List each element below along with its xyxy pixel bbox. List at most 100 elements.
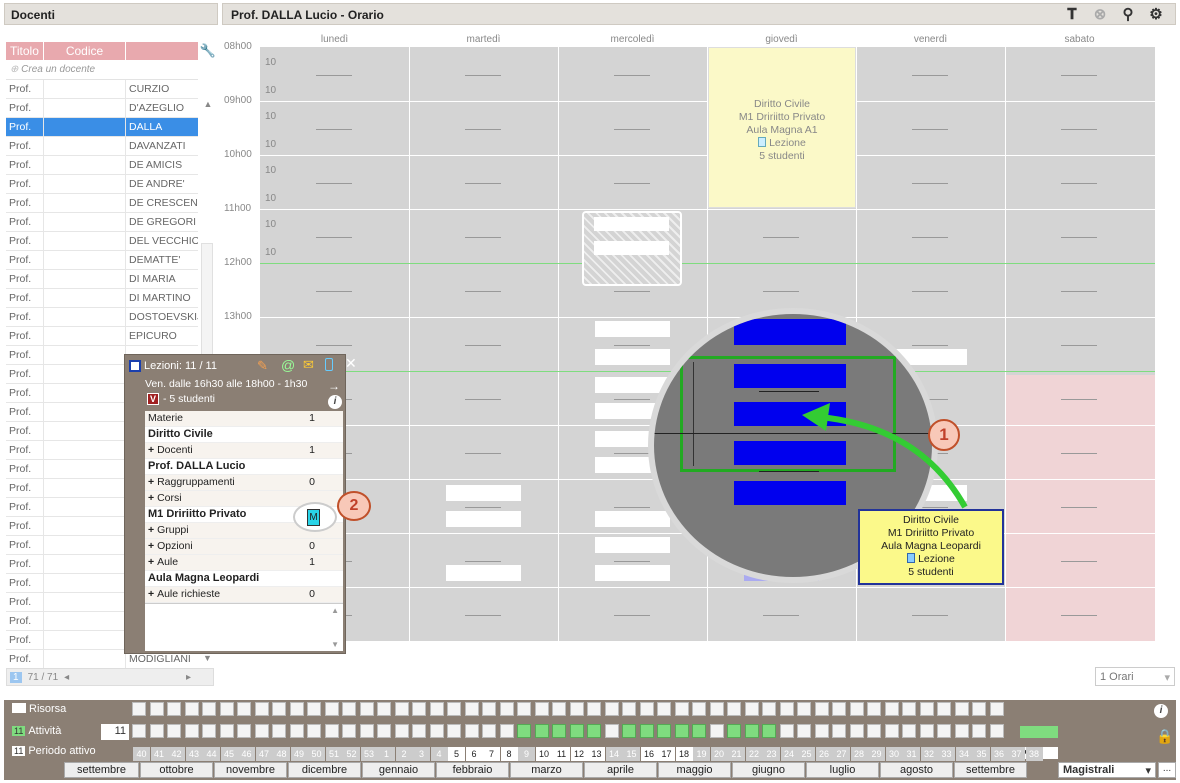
month-tab[interactable]: luglio xyxy=(806,762,879,778)
activity-week-cell[interactable] xyxy=(639,724,654,738)
activity-week-cell[interactable] xyxy=(849,724,864,738)
resource-week-cell[interactable] xyxy=(639,702,654,716)
week-cell[interactable]: 34 xyxy=(955,747,973,761)
month-tab[interactable]: aprile xyxy=(584,762,657,778)
teacher-row[interactable]: Prof. DEL VECCHIO xyxy=(6,232,198,251)
week-cell[interactable]: 36 xyxy=(990,747,1008,761)
activity-week-cell[interactable] xyxy=(202,724,216,738)
week-cell[interactable]: 13 xyxy=(588,747,605,761)
activity-week-cell[interactable] xyxy=(499,724,514,738)
activity-week-cell[interactable] xyxy=(814,724,829,738)
month-tab[interactable]: gennaio xyxy=(362,762,435,778)
scroll-up-icon[interactable]: ▲ xyxy=(331,606,339,615)
wrench-icon[interactable]: 🔧 xyxy=(199,43,217,59)
week-cell[interactable]: 27 xyxy=(833,747,850,761)
month-tab[interactable]: febbraio xyxy=(436,762,509,778)
month-tab[interactable]: giugno xyxy=(732,762,805,778)
week-cell[interactable]: 29 xyxy=(868,747,885,761)
month-tab[interactable]: settembre xyxy=(64,762,139,778)
popup-row[interactable]: + Aule richieste 0 xyxy=(145,587,343,603)
resource-week-cell[interactable] xyxy=(359,702,374,716)
week-cell[interactable]: 18 xyxy=(675,747,693,761)
resource-week-cell[interactable] xyxy=(534,702,549,716)
notes-textarea[interactable]: ▲ ▼ xyxy=(145,603,343,651)
activity-week-cell[interactable] xyxy=(307,724,321,738)
resource-week-cell[interactable] xyxy=(447,702,461,716)
resource-week-cell[interactable] xyxy=(832,702,846,716)
resource-week-cell[interactable] xyxy=(727,702,741,716)
resource-week-cell[interactable] xyxy=(552,702,566,716)
activity-week-cell[interactable] xyxy=(517,724,531,738)
activity-week-cell[interactable] xyxy=(412,724,426,738)
resource-week-cell[interactable] xyxy=(342,702,356,716)
schedule-grid[interactable]: 10 10 10 10 10 10 10 10 Diritto Civile M1 Driri… xyxy=(260,47,1155,641)
info-icon[interactable]: i xyxy=(328,395,342,409)
activity-week-cell[interactable] xyxy=(534,724,549,738)
teacher-row[interactable]: Prof. DE CRESCENZ xyxy=(6,194,198,213)
activity-week-cell[interactable] xyxy=(254,724,269,738)
week-cell[interactable]: 30 xyxy=(885,747,903,761)
teacher-row[interactable]: Prof. D'AZEGLIO xyxy=(6,99,198,118)
teacher-row[interactable]: Prof. DEMATTE' xyxy=(6,251,198,270)
plus-icon[interactable]: + xyxy=(148,476,157,488)
email-at-icon[interactable]: @ xyxy=(281,357,295,373)
week-cell[interactable]: 24 xyxy=(780,747,798,761)
envelope-icon[interactable]: ✉ xyxy=(303,357,314,373)
plus-icon[interactable]: + xyxy=(148,540,157,552)
week-cell[interactable]: 5 xyxy=(448,747,465,761)
resource-week-cell[interactable] xyxy=(412,702,426,716)
week-cell[interactable]: 40 xyxy=(133,747,150,761)
resource-week-cell[interactable] xyxy=(132,702,146,716)
popup-row[interactable]: + Raggruppamenti 0 xyxy=(145,475,343,491)
plus-icon[interactable]: + xyxy=(148,556,157,568)
week-cell[interactable]: 19 xyxy=(693,747,710,761)
resource-week-cell[interactable] xyxy=(779,702,794,716)
free-slot-block[interactable] xyxy=(446,485,521,501)
activity-week-cell[interactable] xyxy=(167,724,181,738)
month-tab[interactable]: novembre xyxy=(214,762,287,778)
teacher-row[interactable]: Prof. DI MARIA xyxy=(6,270,198,289)
week-cell[interactable]: 26 xyxy=(815,747,833,761)
resource-week-cell[interactable] xyxy=(604,702,619,716)
activity-week-cell[interactable] xyxy=(324,724,339,738)
resource-week-cell[interactable] xyxy=(219,702,234,716)
activity-week-cell[interactable] xyxy=(359,724,374,738)
popup-row[interactable]: + Opzioni 0 xyxy=(145,539,343,555)
activity-week-cell[interactable] xyxy=(482,724,496,738)
week-cell[interactable]: 35 xyxy=(973,747,990,761)
week-cell[interactable]: 11 xyxy=(553,747,570,761)
scroll-down-icon[interactable]: ▼ xyxy=(203,653,212,663)
activity-week-cell[interactable] xyxy=(219,724,234,738)
month-tab[interactable]: settembre xyxy=(954,762,1027,778)
mobile-icon[interactable] xyxy=(325,358,333,371)
month-tab[interactable]: ottobre xyxy=(140,762,213,778)
resource-week-cell[interactable] xyxy=(149,702,164,716)
resource-week-cell[interactable] xyxy=(972,702,986,716)
activity-week-cell[interactable] xyxy=(657,724,671,738)
popup-row[interactable]: + Docenti 1 xyxy=(145,443,343,459)
activity-week-cell[interactable] xyxy=(709,724,724,738)
week-cell[interactable]: 45 xyxy=(220,747,238,761)
activity-week-cell[interactable] xyxy=(674,724,689,738)
week-cell[interactable]: 49 xyxy=(290,747,308,761)
activity-range-indicator[interactable] xyxy=(1020,726,1058,738)
popup-row[interactable]: Aula Magna Leopardi xyxy=(145,571,343,587)
week-cell[interactable]: 52 xyxy=(343,747,360,761)
month-tab[interactable]: marzo xyxy=(510,762,583,778)
free-slot-block[interactable] xyxy=(595,537,670,553)
teacher-row[interactable]: Prof. DAVANZATI xyxy=(6,137,198,156)
resource-week-cell[interactable] xyxy=(692,702,706,716)
activity-week-cell[interactable] xyxy=(272,724,286,738)
resource-week-cell[interactable] xyxy=(237,702,251,716)
resource-week-cell[interactable] xyxy=(797,702,811,716)
week-cell[interactable]: 33 xyxy=(938,747,955,761)
week-cell[interactable]: 3 xyxy=(413,747,430,761)
scroll-up-icon[interactable]: ▲ xyxy=(199,99,217,109)
activity-week-cell[interactable] xyxy=(622,724,636,738)
activity-week-cell[interactable] xyxy=(377,724,391,738)
week-cell[interactable]: 10 xyxy=(535,747,553,761)
drag-preview-block[interactable]: Diritto Civile M1 Dririitto Privato Aula… xyxy=(858,509,1004,585)
hatched-slot[interactable] xyxy=(582,211,682,286)
resource-week-cell[interactable] xyxy=(954,702,969,716)
col-codice[interactable]: Codice xyxy=(44,42,126,60)
